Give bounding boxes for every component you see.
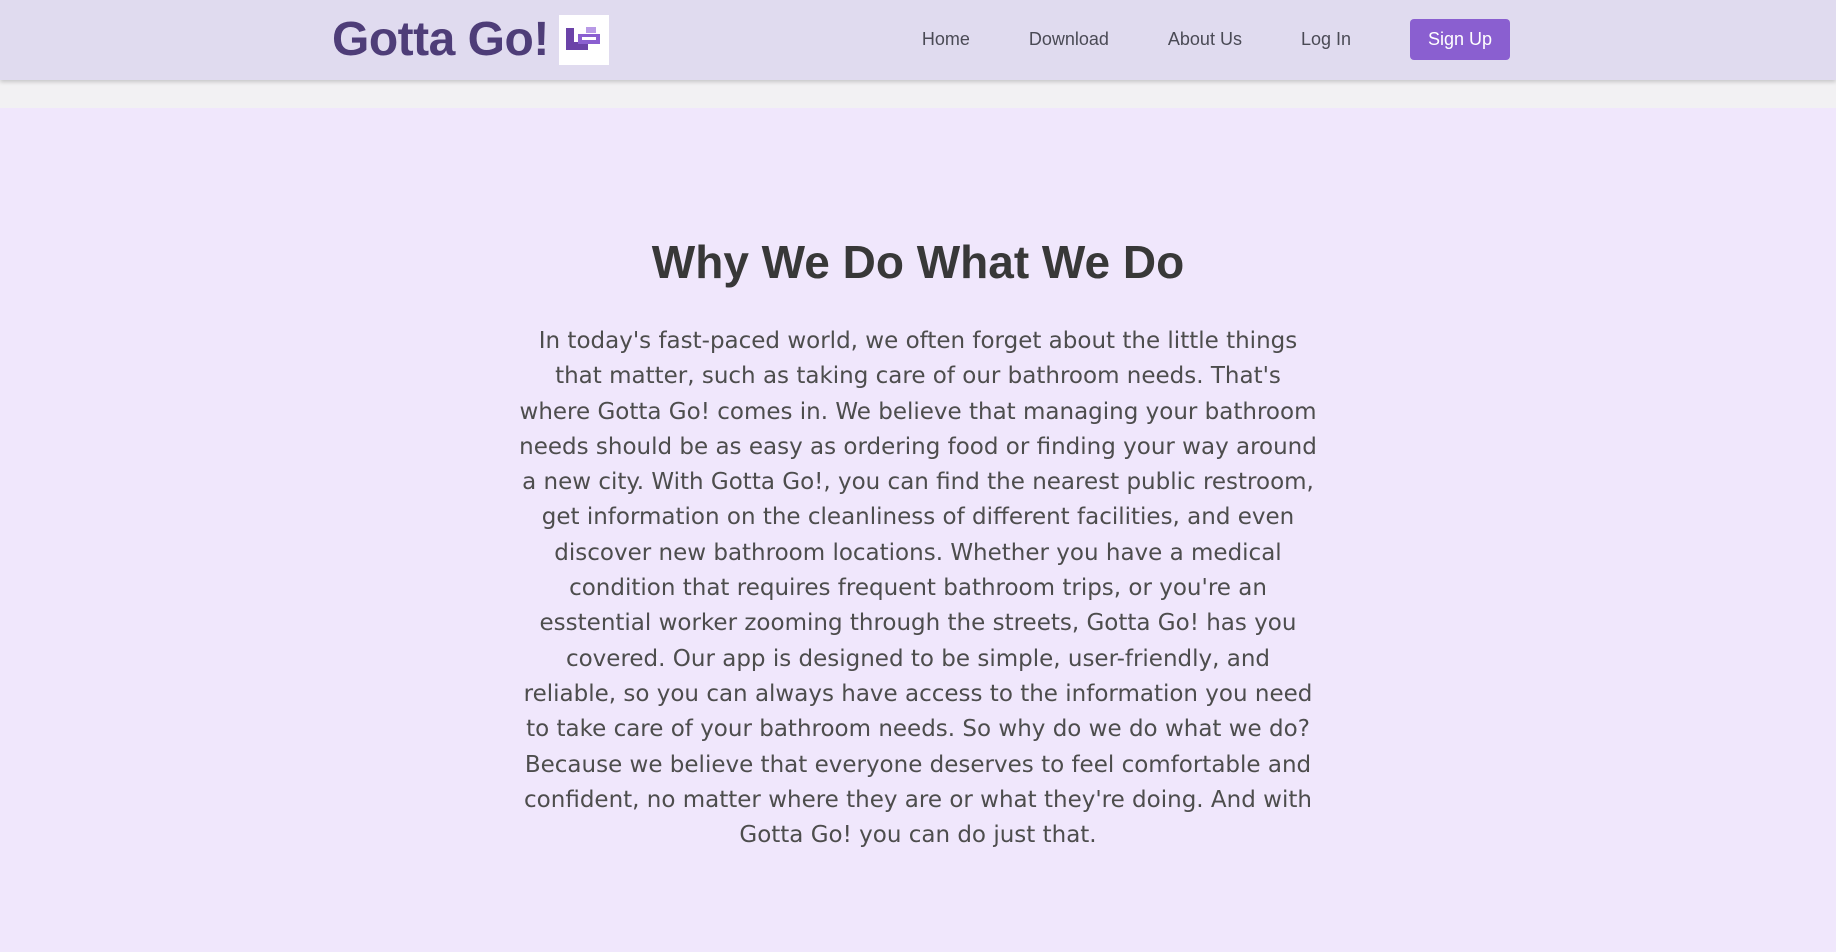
nav-download-link[interactable]: Download [1029,18,1109,60]
header-divider-band [0,80,1836,108]
mission-section: Why We Do What We Do In today's fast-pac… [0,108,1836,952]
brand[interactable]: Gotta Go! [332,10,609,70]
main-nav: Home Download About Us Log In Sign Up [922,18,1510,60]
mission-paragraph: In today's fast-paced world, we often fo… [519,328,1317,849]
sign-up-button[interactable]: Sign Up [1410,18,1510,60]
nav-log-in-link[interactable]: Log In [1301,18,1351,60]
nav-about-us-link[interactable]: About Us [1168,18,1242,60]
section-title: Why We Do What We Do [651,236,1185,288]
gotta-go-logo-icon[interactable] [558,15,609,65]
brand-name[interactable]: Gotta Go! [332,10,549,70]
top-navbar: Gotta Go! Home Download About Us Log In … [0,0,1836,80]
nav-home-link[interactable]: Home [922,18,970,60]
